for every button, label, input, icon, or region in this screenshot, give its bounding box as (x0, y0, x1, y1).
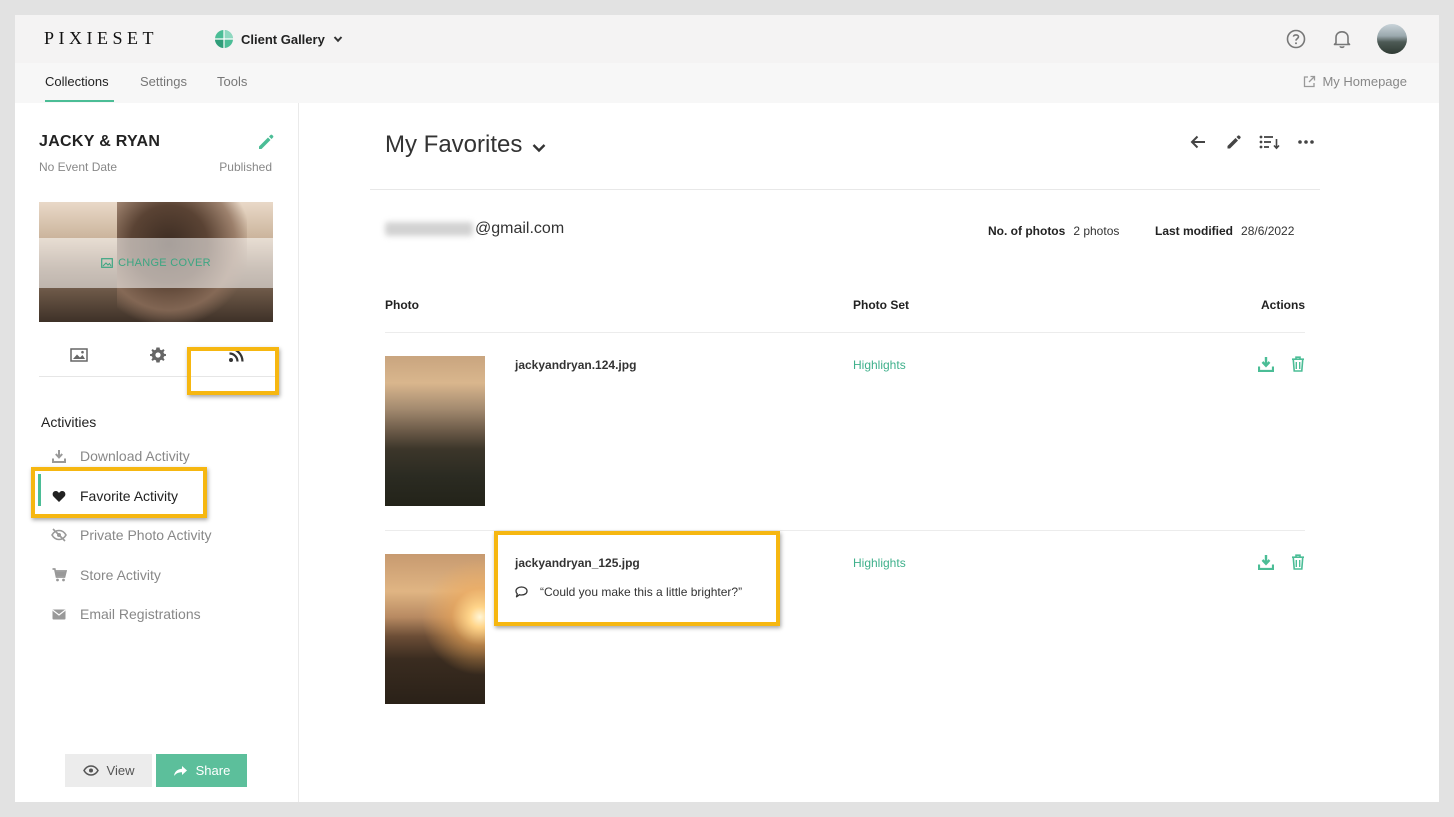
page-title: My Favorites (385, 131, 523, 158)
share-button[interactable]: Share (156, 754, 247, 787)
photo-set-link[interactable]: Highlights (853, 358, 906, 372)
photo-count: No. of photos 2 photos (988, 224, 1119, 238)
last-modified: Last modified 28/6/2022 (1155, 224, 1294, 238)
client-email-domain: @gmail.com (475, 220, 565, 237)
sidebar-item-label: Store Activity (80, 567, 161, 583)
edit-pencil-icon[interactable] (1223, 131, 1245, 153)
sidebar-item-label: Email Registrations (80, 606, 201, 622)
sidebar-tabs (39, 333, 279, 377)
photo-filename: jackyandryan_125.jpg (515, 556, 640, 570)
photo-thumbnail[interactable] (385, 554, 485, 704)
rss-activity-icon[interactable] (226, 345, 246, 365)
photo-count-value: 2 photos (1073, 224, 1120, 238)
column-header-actions: Actions (1261, 298, 1306, 312)
client-email: @gmail.com (385, 220, 564, 238)
external-link-icon (1304, 75, 1316, 88)
collection-sidebar: JACKY & RYAN No Event Date Published CHA… (15, 103, 299, 802)
highlight-comment (494, 531, 780, 626)
photo-thumbnail[interactable] (385, 356, 485, 506)
table-header-divider (385, 332, 1305, 333)
product-selector-label: Client Gallery (241, 31, 325, 47)
row-actions (1257, 355, 1307, 373)
sidebar-item-label: Favorite Activity (80, 488, 179, 504)
change-cover-label: CHANGE COVER (118, 257, 211, 269)
my-homepage-link[interactable]: My Homepage (1303, 74, 1407, 89)
column-header-photo: Photo (385, 298, 419, 312)
help-circle-icon[interactable] (1285, 28, 1307, 50)
edit-pencil-icon[interactable] (257, 133, 275, 151)
active-item-indicator (38, 474, 41, 506)
share-arrow-icon (173, 765, 187, 776)
row-divider (385, 530, 1305, 531)
download-icon (51, 448, 67, 464)
eye-off-icon (51, 527, 67, 543)
share-button-label: Share (195, 763, 231, 778)
tab-tools[interactable]: Tools (217, 74, 247, 89)
sidebar-item-private-photo-activity[interactable]: Private Photo Activity (51, 524, 212, 546)
chevron-down-icon (533, 144, 546, 153)
back-arrow-icon[interactable] (1187, 131, 1209, 153)
sub-navigation: Collections Settings Tools My Homepage (15, 63, 1439, 103)
active-tab-underline (45, 100, 114, 102)
download-icon[interactable] (1257, 355, 1275, 373)
view-button[interactable]: View (65, 754, 152, 787)
tab-collections[interactable]: Collections (45, 74, 109, 89)
trash-icon[interactable] (1289, 553, 1307, 571)
envelope-icon (51, 606, 67, 622)
sidebar-item-favorite-activity[interactable]: Favorite Activity (51, 485, 178, 507)
my-homepage-label: My Homepage (1322, 74, 1407, 89)
favorites-list-selector[interactable]: My Favorites (385, 131, 546, 159)
event-date: No Event Date (39, 160, 118, 174)
gear-icon[interactable] (148, 345, 168, 365)
change-cover-button[interactable]: CHANGE COVER (39, 238, 273, 288)
sidebar-item-download-activity[interactable]: Download Activity (51, 445, 190, 467)
collection-title: JACKY & RYAN (39, 133, 161, 150)
client-gallery-icon (215, 30, 233, 48)
bell-icon[interactable] (1331, 28, 1353, 50)
photo-count-label: No. of photos (988, 224, 1066, 238)
photos-tab-icon[interactable] (69, 345, 89, 365)
top-bar: PIXIESET Client Gallery (15, 15, 1439, 63)
more-options-icon[interactable] (1295, 131, 1317, 153)
sidebar-item-store-activity[interactable]: Store Activity (51, 564, 161, 586)
image-icon (101, 258, 113, 268)
sort-list-icon[interactable] (1259, 131, 1281, 153)
view-button-label: View (106, 763, 135, 778)
redacted-email-prefix (385, 222, 473, 236)
photo-set-link[interactable]: Highlights (853, 556, 906, 570)
list-actions-toolbar (1187, 131, 1317, 153)
chevron-down-icon (333, 36, 343, 43)
header-divider (370, 189, 1320, 190)
photo-filename: jackyandryan.124.jpg (515, 358, 637, 372)
eye-icon (82, 765, 99, 776)
top-icons (1285, 24, 1407, 54)
cover-image: CHANGE COVER (39, 202, 273, 322)
speech-bubble-icon (515, 586, 528, 598)
pixieset-logo[interactable]: PIXIESET (44, 28, 158, 49)
heart-icon (51, 488, 67, 504)
activities-heading: Activities (41, 414, 97, 430)
column-header-photo-set: Photo Set (853, 298, 909, 312)
last-modified-value: 28/6/2022 (1241, 224, 1295, 238)
sidebar-item-label: Download Activity (80, 448, 190, 464)
user-avatar[interactable] (1377, 24, 1407, 54)
photo-comment-text: “Could you make this a little brighter?” (540, 585, 743, 599)
trash-icon[interactable] (1289, 355, 1307, 373)
sidebar-item-email-registrations[interactable]: Email Registrations (51, 603, 201, 625)
publish-status: Published (219, 160, 272, 174)
sidebar-item-label: Private Photo Activity (80, 527, 212, 543)
row-actions (1257, 553, 1307, 571)
tab-settings[interactable]: Settings (140, 74, 187, 89)
cart-icon (51, 567, 67, 583)
last-modified-label: Last modified (1155, 224, 1234, 238)
app-window: PIXIESET Client Gallery Collections Sett… (15, 15, 1439, 802)
product-selector[interactable]: Client Gallery (215, 27, 343, 51)
download-icon[interactable] (1257, 553, 1275, 571)
photo-comment: “Could you make this a little brighter?” (515, 585, 742, 599)
